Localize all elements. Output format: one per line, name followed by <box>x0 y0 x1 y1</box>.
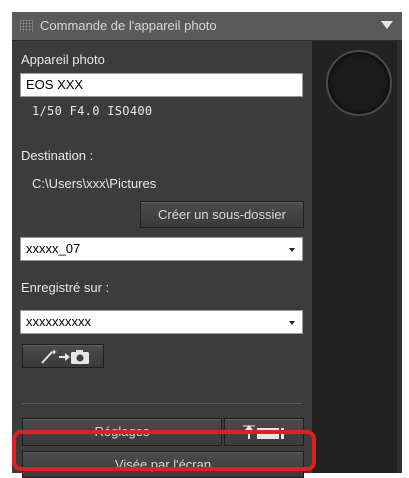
camera-control-panel: Commande de l'appareil photo Appareil ph… <box>12 12 402 478</box>
camera-section-label: Appareil photo <box>21 52 105 67</box>
camera-settings-column: Appareil photo EOS XXX 1/50 F4.0 ISO400 … <box>12 41 312 478</box>
collapse-triangle-icon[interactable] <box>381 21 393 29</box>
panel-edge <box>397 41 402 473</box>
create-subfolder-button[interactable]: Créer un sous-dossier <box>140 201 304 228</box>
folder-select[interactable]: xxxxx_07 <box>20 237 303 261</box>
camera-model-field: EOS XXX <box>20 73 303 97</box>
saved-on-select-value: xxxxxxxxxx <box>26 314 91 329</box>
wand-to-camera-icon <box>41 349 89 364</box>
destination-path: C:\Users\xxx\Pictures <box>32 176 157 191</box>
dropdown-arrow-icon[interactable] <box>289 248 295 252</box>
section-divider <box>22 403 302 404</box>
wand-camera-button[interactable] <box>22 344 104 368</box>
folder-select-value: xxxxx_07 <box>26 241 81 256</box>
live-view-highlight-box <box>12 430 316 471</box>
camera-model-text: EOS XXX <box>26 77 84 92</box>
destination-label: Destination : <box>21 148 94 163</box>
panel-title: Commande de l'appareil photo <box>40 18 217 33</box>
dropdown-arrow-icon[interactable] <box>289 321 295 325</box>
exposure-settings-readout: 1/50 F4.0 ISO400 <box>32 104 153 118</box>
drag-grip-icon[interactable] <box>20 20 33 32</box>
saved-on-select[interactable]: xxxxxxxxxx <box>20 310 303 334</box>
saved-on-label: Enregistré sur : <box>21 280 110 295</box>
panel-titlebar[interactable]: Commande de l'appareil photo <box>12 12 402 41</box>
control-dial-icon[interactable] <box>326 50 392 116</box>
